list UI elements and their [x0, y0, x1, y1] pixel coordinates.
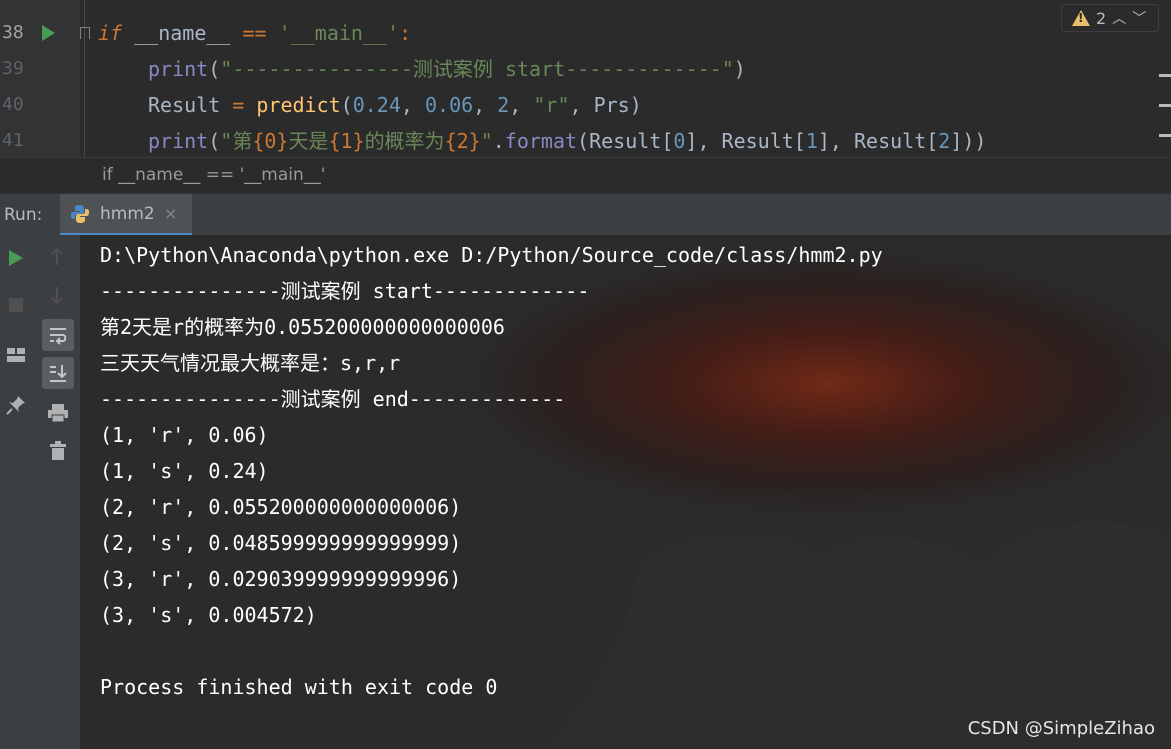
run-toolbar-secondary: [34, 235, 81, 749]
console-line: (3, 'r', 0.029039999999999996): [100, 567, 462, 591]
pin-icon[interactable]: [6, 395, 26, 415]
console-line: 第2天是r的概率为0.055200000000000006: [100, 315, 505, 339]
line-number: 39: [2, 58, 24, 79]
scrollbar-markers[interactable]: [1159, 74, 1171, 157]
console-line: ---------------测试案例 start-------------: [100, 279, 590, 303]
soft-wrap-button[interactable]: [42, 319, 74, 351]
inspection-widget[interactable]: 2 ︿ ﹀: [1061, 4, 1159, 32]
console-line: D:\Python\Anaconda\python.exe D:/Python/…: [100, 243, 883, 267]
console-line: (3, 's', 0.004572): [100, 603, 317, 627]
code-text: print("第{0}天是{1}的概率为{2}".format(Result[0…: [148, 129, 987, 153]
print-icon[interactable]: [47, 403, 69, 423]
console-line: Process finished with exit code 0: [100, 675, 498, 699]
code-line-40[interactable]: 40 Result = predict(0.24, 0.06, 2, "r", …: [0, 87, 1171, 123]
console-output[interactable]: D:\Python\Anaconda\python.exe D:/Python/…: [80, 235, 1171, 749]
code-text: Result = predict(0.24, 0.06, 2, "r", Prs…: [148, 93, 642, 117]
console-line: ---------------测试案例 end-------------: [100, 387, 566, 411]
run-label: Run:: [4, 205, 43, 225]
code-text: print("---------------测试案例 start--------…: [148, 57, 746, 81]
close-icon[interactable]: ×: [164, 204, 177, 223]
scroll-to-end-icon: [50, 365, 67, 382]
code-line-39[interactable]: 39 print("---------------测试案例 start-----…: [0, 51, 1171, 87]
code-text: if __name__ == '__main__':: [98, 21, 412, 45]
line-number: 40: [2, 94, 24, 115]
line-number: 38: [2, 22, 24, 43]
run-gutter-icon[interactable]: [42, 25, 55, 41]
warning-count: 2: [1096, 8, 1107, 28]
run-tab-label: hmm2: [100, 204, 155, 224]
layout-icon[interactable]: [6, 347, 26, 363]
run-toolwindow-header: Run: hmm2 ×: [0, 193, 1171, 236]
line-number: 41: [2, 130, 24, 151]
breadcrumb-item[interactable]: if __name__ == '__main__': [102, 165, 325, 185]
console-text: D:\Python\Anaconda\python.exe D:/Python/…: [100, 237, 883, 705]
console-line: (2, 'r', 0.055200000000000006): [100, 495, 462, 519]
code-editor[interactable]: 38 if __name__ == '__main__': 39 print("…: [0, 0, 1171, 157]
trash-icon[interactable]: [49, 441, 67, 461]
arrow-up-icon[interactable]: [50, 247, 64, 267]
warning-icon: [1072, 10, 1090, 26]
stop-icon[interactable]: [8, 297, 24, 313]
run-toolbar-primary: [0, 235, 35, 749]
console-line: 三天天气情况最大概率是：s,r,r: [100, 351, 401, 375]
code-line-41[interactable]: 41 print("第{0}天是{1}的概率为{2}".format(Resul…: [0, 123, 1171, 157]
console-line: (1, 'r', 0.06): [100, 423, 269, 447]
rerun-icon[interactable]: [8, 249, 24, 267]
arrow-down-icon[interactable]: [50, 285, 64, 305]
watermark: CSDN @SimpleZihao: [967, 718, 1155, 739]
scroll-to-end-button[interactable]: [42, 357, 74, 389]
code-line-38[interactable]: 38 if __name__ == '__main__':: [0, 15, 1171, 51]
python-icon: [71, 205, 89, 223]
run-tab-hmm2[interactable]: hmm2 ×: [60, 194, 192, 236]
soft-wrap-icon: [50, 328, 67, 345]
console-line: (1, 's', 0.24): [100, 459, 269, 483]
fold-icon[interactable]: [80, 27, 90, 39]
breadcrumb[interactable]: if __name__ == '__main__': [0, 157, 1171, 193]
chevron-down-icon[interactable]: ﹀: [1132, 8, 1146, 28]
chevron-up-icon[interactable]: ︿: [1112, 8, 1126, 28]
console-line: (2, 's', 0.048599999999999999): [100, 531, 462, 555]
